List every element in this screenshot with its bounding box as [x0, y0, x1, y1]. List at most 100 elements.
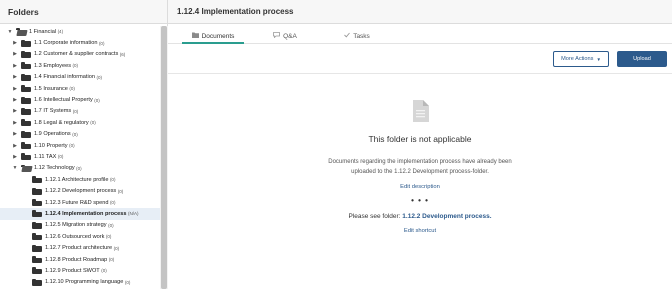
- folder-tree-item[interactable]: ▶1.12.5 Migration strategy(0): [0, 220, 160, 231]
- folder-tree-item[interactable]: ▶1.12.10 Programming language(0): [0, 277, 160, 288]
- folder-tree-item-label: 1.1 Corporate information: [34, 40, 98, 47]
- folder-tree-item[interactable]: ▼ 1.12 Technology (0): [0, 163, 160, 174]
- folder-tree-item-label: 1.12.9 Product SWOT: [45, 267, 100, 274]
- chevron-right-icon[interactable]: ▶: [11, 131, 19, 137]
- folder-tree-item[interactable]: ▶ 1.11 TAX (0): [0, 151, 160, 162]
- folder-tree-item-label: 1.10 Property: [34, 142, 68, 149]
- shortcut-folder-link[interactable]: 1.12.2 Development process.: [402, 213, 491, 220]
- folder-tree-item-label: 1.12.6 Outsourced work: [45, 233, 105, 240]
- tab-tasks-label: Tasks: [353, 32, 370, 40]
- chevron-down-icon[interactable]: ▼: [11, 165, 19, 171]
- folder-tree-item-label: 1.8 Legal & regulatory: [34, 119, 89, 126]
- empty-state-title: This folder is not applicable: [368, 134, 472, 144]
- folder-tree-item-count: (0): [105, 234, 112, 240]
- document-icon: [412, 100, 429, 122]
- folder-tree-item-count: (0): [57, 154, 64, 160]
- folder-icon: [32, 210, 42, 218]
- folder-tree-item-label: 1.12.4 Implementation process: [45, 210, 127, 217]
- folder-tree-item-count: (0): [117, 188, 124, 194]
- toolbar: More Actions ▼ Upload: [553, 51, 667, 67]
- chevron-right-icon[interactable]: ▶: [11, 97, 19, 103]
- caret-down-icon: ▼: [596, 56, 601, 62]
- folder-tree-item-count: (0): [69, 143, 75, 149]
- folder-icon: [21, 142, 31, 150]
- folder-icon: [21, 130, 31, 138]
- tab-tasks[interactable]: Tasks: [332, 28, 382, 44]
- tab-qa[interactable]: Q&A: [260, 28, 310, 44]
- folder-tree-item-count: (0): [69, 86, 75, 92]
- folder-tree-item-count: (0): [113, 245, 120, 251]
- folder-tree-item[interactable]: ▶1.12.6 Outsourced work(0): [0, 231, 160, 242]
- folder-tree-item[interactable]: ▶1.12.2 Development process(0): [0, 185, 160, 196]
- folder-tree-item[interactable]: ▶ 1.2 Customer & supplier contracts (6): [0, 49, 160, 60]
- folder-tree: ▼ 1 Financial (4) ▶ 1.1 Corporate informatio…: [0, 26, 160, 289]
- tree-scrollbar-thumb[interactable]: [161, 26, 167, 289]
- folder-tree-item-label: 1.6 Intellectual Property: [34, 97, 93, 104]
- folder-icon: [21, 96, 31, 104]
- folder-tree-item-label: 1.11 TAX: [34, 153, 57, 160]
- folders-panel-title: Folders: [0, 0, 167, 24]
- chevron-right-icon[interactable]: ▶: [11, 63, 19, 69]
- folder-tree-item[interactable]: ▶ 1.3 Employees (0): [0, 60, 160, 71]
- tab-documents-label: Documents: [201, 32, 235, 40]
- folder-tree-item[interactable]: ▶ 1.5 Insurance (0): [0, 83, 160, 94]
- folder-icon: [32, 199, 42, 207]
- see-folder-text: Please see folder: 1.12.2 Development pr…: [168, 213, 672, 220]
- folder-tree-item[interactable]: ▶ 1.9 Operations (0): [0, 129, 160, 140]
- folder-icon: [32, 221, 42, 229]
- folder-tree-item-label: 1.4 Financial information: [34, 74, 95, 81]
- folder-tree-item[interactable]: ▶1.12.1 Architecture profile(0): [0, 174, 160, 185]
- chevron-right-icon[interactable]: ▶: [11, 120, 19, 126]
- tree-scrollbar[interactable]: [160, 26, 168, 289]
- folder-tree-item-count: (0): [108, 257, 115, 262]
- empty-state: This folder is not applicable Documents …: [168, 100, 672, 234]
- folder-icon: [32, 176, 42, 184]
- folder-icon: [32, 256, 42, 263]
- folder-tree-item[interactable]: ▶ 1.1 Corporate information (0): [0, 37, 160, 48]
- chevron-right-icon[interactable]: ▶: [11, 51, 19, 57]
- folder-tree-item-label: 1.12.8 Product Roadmap: [45, 256, 108, 263]
- chat-icon: [273, 32, 281, 40]
- folder-tree-item-count: (0): [109, 177, 116, 183]
- folder-icon: [21, 62, 31, 70]
- folder-tree-item[interactable]: ▶ 1.10 Property (0): [0, 140, 160, 151]
- more-actions-button[interactable]: More Actions ▼: [553, 51, 609, 67]
- folder-tree-item[interactable]: ▶1.12.7 Product architecture(0): [0, 242, 160, 253]
- active-tab-indicator: [182, 41, 244, 44]
- folder-tree-item-count: (0): [90, 120, 96, 126]
- folder-tree-item[interactable]: ▶1.12.4 Implementation process(N/A): [0, 208, 160, 220]
- chevron-right-icon[interactable]: ▶: [11, 154, 19, 160]
- folder-tree-item[interactable]: ▶ 1.8 Legal & regulatory (0): [0, 117, 160, 128]
- folder-tree-item-count: (N/A): [127, 211, 139, 217]
- folder-tree-item-label: 1.5 Insurance: [34, 85, 68, 92]
- folder-tree-item[interactable]: ▶ 1.6 Intellectual Property (0): [0, 94, 160, 105]
- folder-tree-item-count: (0): [94, 97, 100, 103]
- more-actions-label: More Actions: [561, 56, 594, 62]
- folder-tree-item-count: (0): [108, 222, 114, 228]
- edit-description-link[interactable]: Edit description: [168, 184, 672, 190]
- folder-tree-item[interactable]: ▶1.12.9 Product SWOT(0): [0, 265, 160, 276]
- folder-tree-item-count: (0): [96, 74, 102, 80]
- folder-tree-item[interactable]: ▶ 1.4 Financial information (0): [0, 72, 160, 83]
- folder-tree-item-count: (4): [57, 29, 64, 35]
- chevron-right-icon[interactable]: ▶: [11, 74, 19, 80]
- upload-button[interactable]: Upload: [617, 51, 667, 67]
- more-dots-icon: • • •: [411, 196, 429, 205]
- chevron-down-icon[interactable]: ▼: [6, 29, 14, 35]
- folder-tree-item-count: (0): [72, 108, 79, 114]
- folder-tree-item[interactable]: ▼ 1 Financial (4): [0, 26, 160, 37]
- folder-tree-item-label: 1.3 Employees: [34, 62, 72, 69]
- tab-bar: Documents Q&A Tasks: [168, 24, 672, 44]
- chevron-right-icon[interactable]: ▶: [11, 143, 19, 149]
- edit-shortcut-link[interactable]: Edit shortcut: [168, 228, 672, 234]
- folder-tree-item-label: 1.12.5 Migration strategy: [45, 222, 107, 229]
- chevron-right-icon[interactable]: ▶: [11, 86, 19, 92]
- folder-tree-item[interactable]: ▶1.12.3 Future R&D spend(0): [0, 197, 160, 208]
- folder-tree-item-count: (0): [72, 63, 79, 69]
- chevron-right-icon[interactable]: ▶: [11, 40, 19, 46]
- chevron-right-icon[interactable]: ▶: [11, 108, 19, 114]
- folders-panel: Folders ▼ 1 Financial (4) ▶ 1.1 Corporate in…: [0, 0, 168, 289]
- folder-tree-item-label: 1 Financial: [29, 28, 57, 35]
- folder-tree-item[interactable]: ▶ 1.7 IT Systems (0): [0, 106, 160, 117]
- folder-tree-item[interactable]: ▶1.12.8 Product Roadmap(0): [0, 254, 160, 265]
